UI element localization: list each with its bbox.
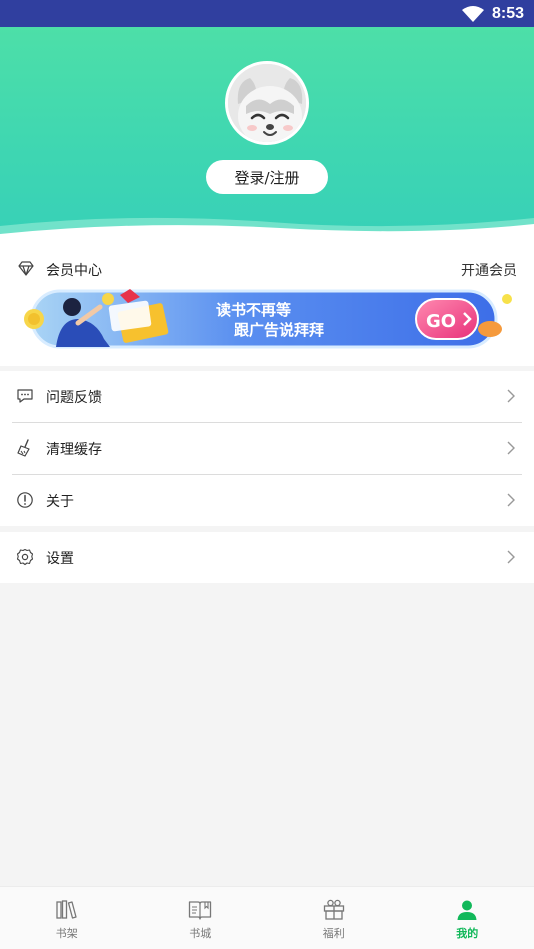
wifi-icon xyxy=(461,5,484,22)
bookshelf-icon xyxy=(56,900,77,919)
tab-label: 书架 xyxy=(55,927,78,940)
info-icon xyxy=(17,492,33,508)
vip-banner[interactable]: 读书不再等 跟广告说拜拜 GO xyxy=(20,289,516,351)
banner-line1: 读书不再等 xyxy=(216,301,291,319)
menu-item-label: 问题反馈 xyxy=(46,390,102,406)
member-section: 会员中心 开通会员 读书不再等 跟广告说拜拜 GO xyxy=(0,242,534,366)
menu-item-label: 关于 xyxy=(46,494,74,510)
person-icon xyxy=(457,900,477,920)
chevron-right-icon xyxy=(507,441,515,455)
open-membership-link[interactable]: 开通会员 xyxy=(461,260,517,280)
member-center-row[interactable]: 会员中心 开通会员 xyxy=(0,256,534,282)
status-time: 8:53 xyxy=(491,4,524,22)
status-bar: 8:53 xyxy=(0,0,534,27)
chat-icon xyxy=(17,389,33,403)
chevron-right-icon xyxy=(507,493,515,507)
tab-label: 我的 xyxy=(456,927,479,940)
avatar[interactable] xyxy=(225,61,309,145)
menu-item-settings[interactable]: 设置 xyxy=(0,532,534,583)
header-wave xyxy=(0,217,534,242)
tab-bookshelf[interactable]: 书架 xyxy=(0,887,134,949)
chevron-right-icon xyxy=(507,550,515,564)
bottom-nav: 书架 书城 福利 我的 xyxy=(0,886,534,949)
tab-label: 福利 xyxy=(322,927,345,940)
gear-icon xyxy=(16,548,34,566)
diamond-icon xyxy=(18,261,34,276)
open-book-icon xyxy=(189,901,212,920)
banner-go-label: GO xyxy=(426,311,456,332)
menu-item-label: 清理缓存 xyxy=(46,442,102,458)
tab-mine[interactable]: 我的 xyxy=(401,887,534,949)
broom-icon xyxy=(17,439,30,457)
tab-welfare[interactable]: 福利 xyxy=(267,887,401,949)
tab-label: 书城 xyxy=(189,927,212,940)
chevron-right-icon xyxy=(507,389,515,403)
menu-item-about[interactable]: 关于 xyxy=(0,475,534,526)
menu-item-feedback[interactable]: 问题反馈 xyxy=(0,371,534,422)
profile-header: 登录/注册 xyxy=(0,27,534,242)
banner-line2: 跟广告说拜拜 xyxy=(234,321,324,339)
gift-icon xyxy=(323,899,344,920)
raccoon-avatar-icon xyxy=(228,64,306,142)
login-register-button[interactable]: 登录/注册 xyxy=(206,160,328,194)
menu-item-label: 设置 xyxy=(46,551,74,567)
menu-list: 问题反馈 清理缓存 关于 xyxy=(0,371,534,526)
menu-item-clear-cache[interactable]: 清理缓存 xyxy=(0,423,534,474)
tab-bookstore[interactable]: 书城 xyxy=(134,887,268,949)
member-center-label: 会员中心 xyxy=(46,263,102,279)
